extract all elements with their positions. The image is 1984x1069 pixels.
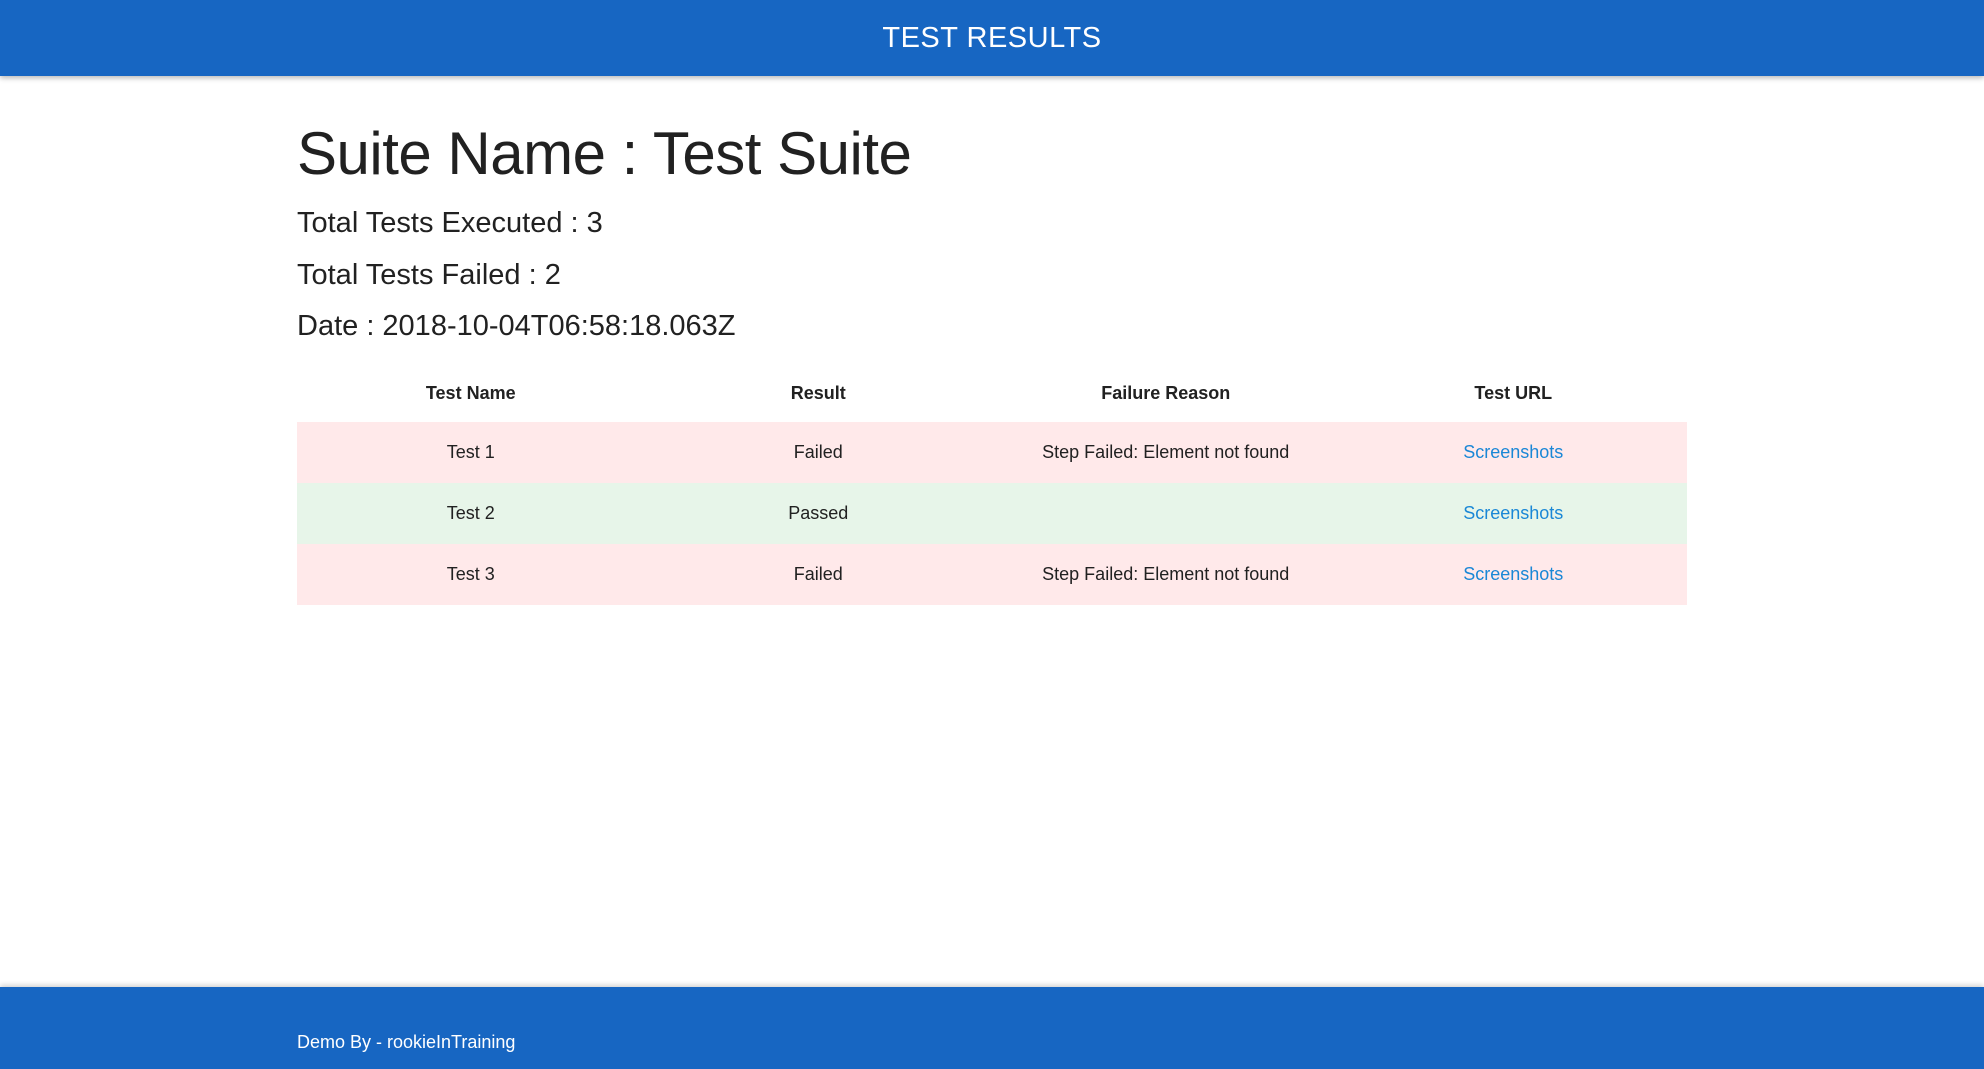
total-executed: Total Tests Executed : 3 [297,207,603,239]
table-row: Test 3 Failed Step Failed: Element not f… [297,544,1687,605]
cell-result: Failed [644,422,992,483]
cell-test-name: Test 1 [297,422,645,483]
header-failure-reason: Failure Reason [1101,382,1231,403]
cell-failure-reason [992,483,1340,544]
run-date: Date : 2018-10-04T06:58:18.063Z [297,310,736,342]
top-app-bar: TEST RESULTS [0,0,1984,76]
screenshots-link[interactable]: Screenshots [1463,564,1563,584]
cell-test-url: Screenshots [1339,483,1687,544]
cell-result: Failed [644,544,992,605]
cell-test-name: Test 3 [297,544,645,605]
screenshots-link[interactable]: Screenshots [1463,503,1563,523]
screenshots-link[interactable]: Screenshots [1463,442,1563,462]
cell-failure-reason: Step Failed: Element not found [992,422,1340,483]
results-table: Test Name Result Failure Reason Test URL… [297,364,1687,605]
cell-test-url: Screenshots [1339,422,1687,483]
header-test-name: Test Name [425,382,516,403]
header-result: Result [790,382,846,403]
header-test-url: Test URL [1474,382,1553,403]
cell-failure-reason: Step Failed: Element not found [992,544,1340,605]
table-row: Test 2 Passed Screenshots [297,483,1687,544]
table-header-row: Test Name Result Failure Reason Test URL [297,364,1687,422]
suite-title: Suite Name : Test Suite [297,120,912,187]
table-row: Test 1 Failed Step Failed: Element not f… [297,422,1687,483]
app-title: TEST RESULTS [882,21,1102,54]
cell-test-url: Screenshots [1339,544,1687,605]
cell-result: Passed [644,483,992,544]
cell-test-name: Test 2 [297,483,645,544]
total-failed: Total Tests Failed : 2 [297,259,561,291]
main-content: Suite Name : Test Suite Total Tests Exec… [297,76,1687,605]
footer: Demo By - rookieInTraining [0,987,1984,1069]
footer-credit: Demo By - rookieInTraining [297,1032,516,1052]
